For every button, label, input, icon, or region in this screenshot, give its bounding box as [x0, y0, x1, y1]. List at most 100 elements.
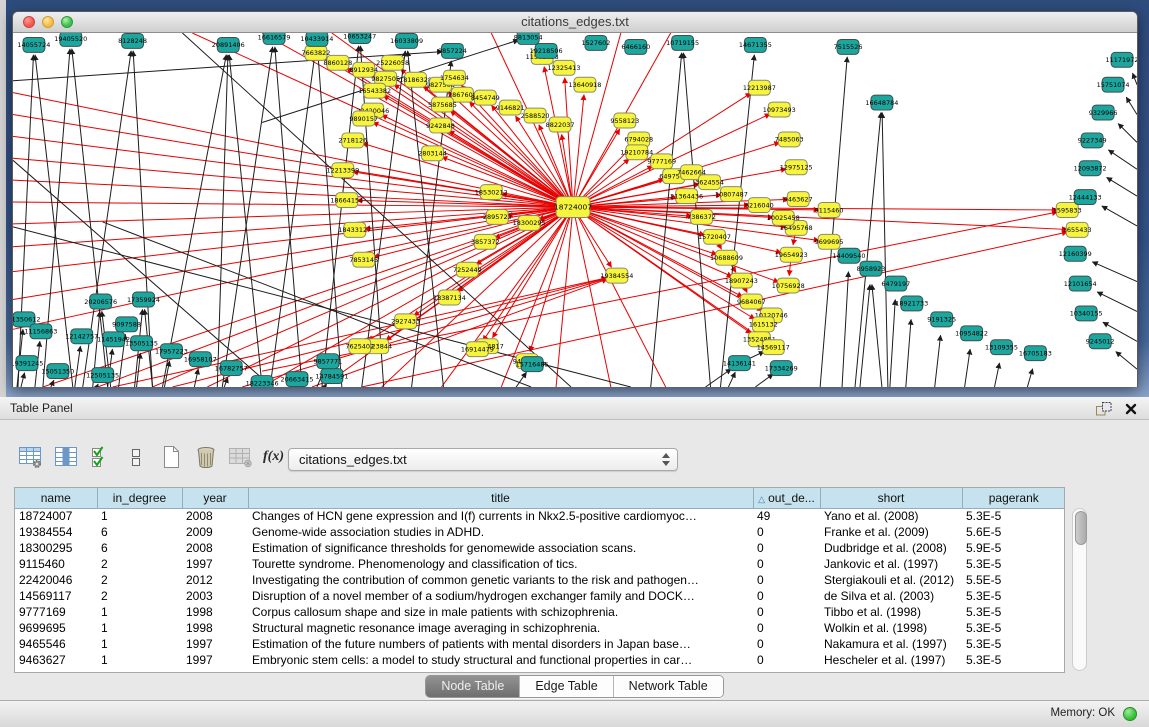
- table-cell[interactable]: 5.3E-5: [962, 508, 1065, 524]
- network-node-teal[interactable]: 16033809: [390, 33, 423, 48]
- network-node-teal[interactable]: 1527602: [582, 35, 611, 50]
- tab-node-table[interactable]: Node Table: [426, 676, 519, 697]
- network-node-yellow[interactable]: 2895723: [483, 210, 512, 225]
- table-cell[interactable]: Franke et al. (2009): [820, 524, 962, 540]
- network-node-teal[interactable]: 10954822: [955, 326, 988, 341]
- table-row[interactable]: 911546021997Tourette syndrome. Phenomeno…: [15, 556, 1065, 572]
- network-node-teal[interactable]: 9097588: [112, 317, 141, 332]
- table-cell[interactable]: Stergiakouli et al. (2012): [820, 572, 962, 588]
- network-node-yellow[interactable]: 7853145: [349, 252, 378, 267]
- table-scrollbar[interactable]: [1072, 508, 1087, 671]
- table-cell[interactable]: 14569117: [15, 588, 97, 604]
- table-cell[interactable]: 1: [97, 604, 182, 620]
- table-cell[interactable]: 0: [753, 636, 820, 652]
- network-node-yellow[interactable]: 9115460: [815, 203, 844, 218]
- network-node-teal[interactable]: 12101654: [1064, 276, 1097, 291]
- minimize-window-button[interactable]: [42, 16, 54, 28]
- table-scrollbar-thumb[interactable]: [1075, 511, 1087, 545]
- network-node-teal[interactable]: 19405520: [54, 33, 87, 46]
- table-cell[interactable]: 5.3E-5: [962, 604, 1065, 620]
- table-row[interactable]: 946554611997Estimation of the future num…: [15, 636, 1065, 652]
- network-node-yellow[interactable]: 13640918: [568, 77, 601, 92]
- network-node-teal[interactable]: 11171972: [1106, 52, 1137, 67]
- column-header-in_degree[interactable]: in_degree: [97, 488, 182, 508]
- table-row[interactable]: 1938455462009Genome-wide association stu…: [15, 524, 1065, 540]
- network-node-yellow[interactable]: 3857372: [471, 234, 500, 249]
- citation-edge-black[interactable]: [1027, 369, 1032, 387]
- table-cell[interactable]: 18300295: [15, 540, 97, 556]
- column-header-title[interactable]: title: [248, 488, 753, 508]
- citation-edge-red[interactable]: [573, 207, 611, 387]
- network-node-teal[interactable]: 16958107: [184, 352, 217, 367]
- table-cell[interactable]: 5.9E-5: [962, 540, 1065, 556]
- column-header-short[interactable]: short: [820, 488, 962, 508]
- network-node-yellow[interactable]: 2718126: [338, 133, 367, 148]
- network-node-yellow[interactable]: 9699695: [815, 234, 844, 249]
- network-node-yellow[interactable]: 18724007: [554, 197, 592, 218]
- network-node-teal[interactable]: 9857224: [438, 43, 467, 58]
- citation-edge-black[interactable]: [728, 372, 735, 387]
- network-node-teal[interactable]: 9857771: [313, 354, 342, 369]
- network-node-teal[interactable]: 9227349: [1078, 133, 1107, 148]
- citation-edge-black[interactable]: [1102, 206, 1137, 226]
- network-node-yellow[interactable]: 10807487: [715, 187, 748, 202]
- column-header-out_de[interactable]: △out_de...: [753, 488, 820, 508]
- table-cell[interactable]: Dudbridge et al. (2008): [820, 540, 962, 556]
- table-cell[interactable]: Investigating the contribution of common…: [248, 572, 753, 588]
- network-node-yellow[interactable]: 21364436: [670, 189, 703, 204]
- citation-edge-red[interactable]: [573, 207, 666, 387]
- network-node-teal[interactable]: 15051350: [41, 364, 74, 379]
- citation-edge-black[interactable]: [229, 55, 262, 387]
- table-cell[interactable]: 0: [753, 588, 820, 604]
- table-cell[interactable]: 0: [753, 620, 820, 636]
- network-node-teal[interactable]: 6479197: [881, 276, 910, 291]
- network-node-yellow[interactable]: 8860128: [323, 55, 352, 70]
- delete-column-icon[interactable]: [193, 443, 219, 471]
- table-cell[interactable]: 5.3E-5: [962, 620, 1065, 636]
- row-selection-icon[interactable]: [88, 443, 114, 471]
- citation-edge-black[interactable]: [162, 55, 226, 387]
- network-node-yellow[interactable]: 1615132: [749, 317, 778, 332]
- network-node-teal[interactable]: 9329966: [1089, 105, 1118, 120]
- network-node-yellow[interactable]: 7625402: [345, 339, 374, 354]
- tab-network-table[interactable]: Network Table: [613, 676, 723, 697]
- network-node-teal[interactable]: 15751074: [1097, 77, 1130, 92]
- network-node-teal[interactable]: 18921733: [895, 296, 928, 311]
- table-row[interactable]: 2242004622012Investigating the contribut…: [15, 572, 1065, 588]
- table-cell[interactable]: de Silva et al. (2003): [820, 588, 962, 604]
- table-cell[interactable]: 22420046: [15, 572, 97, 588]
- table-cell[interactable]: 1997: [182, 636, 248, 652]
- table-cell[interactable]: 2: [97, 588, 182, 604]
- table-cell[interactable]: Nakamura et al. (1997): [820, 636, 962, 652]
- table-cell[interactable]: 6: [97, 524, 182, 540]
- close-window-button[interactable]: [23, 16, 35, 28]
- table-cell[interactable]: Hescheler et al. (1997): [820, 652, 962, 668]
- network-node-teal[interactable]: 10340155: [1070, 306, 1103, 321]
- network-node-yellow[interactable]: 6216040: [745, 198, 774, 213]
- table-row[interactable]: 1830029562008Estimation of significance …: [15, 540, 1065, 556]
- table-cell[interactable]: Changes of HCN gene expression and I(f) …: [248, 508, 753, 524]
- table-cell[interactable]: 2009: [182, 524, 248, 540]
- citation-edge-black[interactable]: [21, 373, 25, 387]
- table-selector-dropdown[interactable]: citations_edges.txt: [288, 448, 678, 471]
- network-node-teal[interactable]: 12142757: [65, 329, 98, 344]
- network-node-teal[interactable]: 12093872: [1074, 161, 1107, 176]
- column-header-year[interactable]: year: [182, 488, 248, 508]
- citation-edge-black[interactable]: [935, 335, 941, 387]
- citation-edge-black[interactable]: [755, 374, 773, 387]
- network-node-yellow[interactable]: 8822037: [546, 117, 575, 132]
- network-node-teal[interactable]: 9245012: [1086, 334, 1115, 349]
- network-node-teal[interactable]: 16648784: [865, 95, 898, 110]
- table-cell[interactable]: 6: [97, 540, 182, 556]
- network-node-yellow[interactable]: 9777169: [647, 154, 676, 169]
- table-cell[interactable]: 2: [97, 556, 182, 572]
- table-cell[interactable]: Disruption of a novel member of a sodium…: [248, 588, 753, 604]
- network-node-yellow[interactable]: 19654923: [775, 247, 808, 262]
- network-node-teal[interactable]: 10653247: [343, 33, 376, 43]
- table-cell[interactable]: 1: [97, 636, 182, 652]
- citation-edge-black[interactable]: [820, 57, 847, 387]
- table-cell[interactable]: 0: [753, 556, 820, 572]
- table-cell[interactable]: 0: [753, 604, 820, 620]
- table-cell[interactable]: 18724007: [15, 508, 97, 524]
- table-cell[interactable]: Structural magnetic resonance image aver…: [248, 620, 753, 636]
